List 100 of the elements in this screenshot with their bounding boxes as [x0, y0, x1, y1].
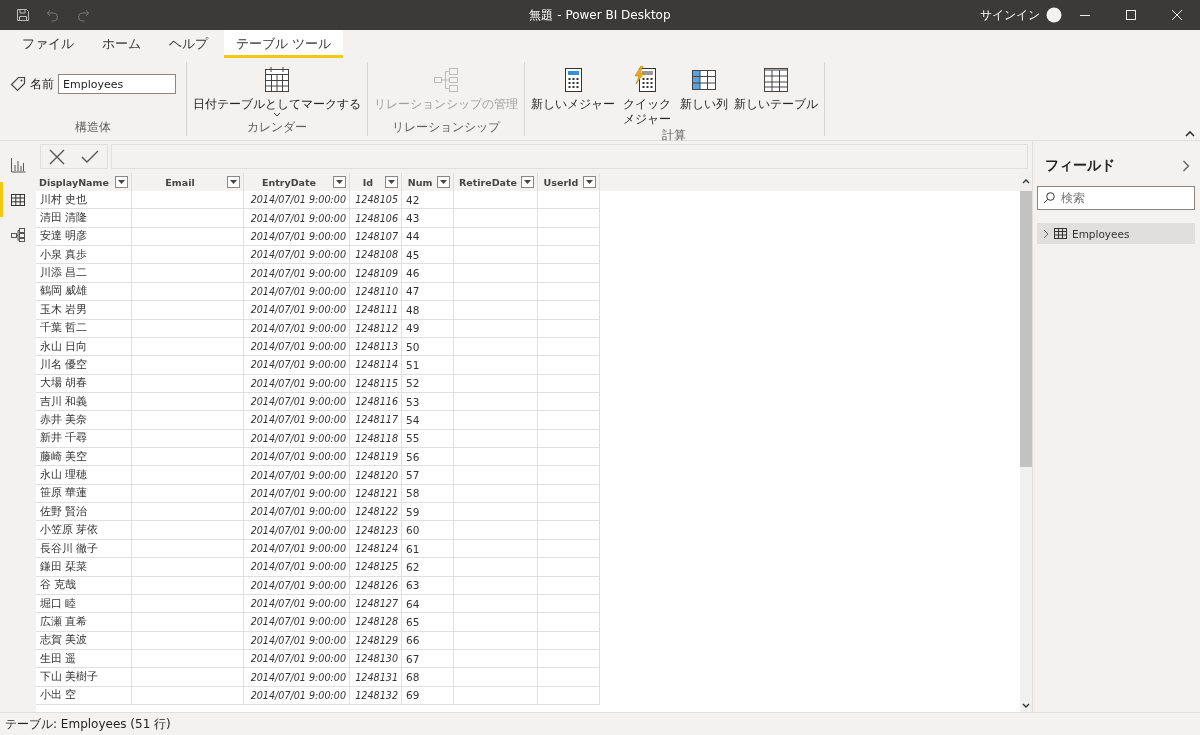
table-cell: 2014/07/01 9:00:00	[244, 503, 350, 522]
column-filter-button[interactable]	[227, 176, 240, 188]
table-cell: 56	[402, 448, 454, 467]
table-cell: 1248131	[350, 668, 402, 687]
table-cell: 1248113	[350, 337, 402, 357]
table-cell	[538, 484, 600, 504]
table-cell: 67	[402, 650, 454, 669]
column-filter-button[interactable]	[115, 176, 128, 188]
table-cell: 千葉 哲二	[36, 319, 132, 338]
column-filter-button[interactable]	[583, 176, 596, 188]
table-cell: 広瀬 直希	[36, 613, 132, 632]
table-cell: 1248105	[350, 191, 402, 210]
caret-icon	[524, 180, 531, 184]
table-cell: 1248128	[350, 613, 402, 632]
table-cell: 1248115	[350, 374, 402, 393]
scroll-down-icon[interactable]	[1022, 703, 1030, 709]
table-cell: 1248129	[350, 631, 402, 650]
table-cell: 2014/07/01 9:00:00	[244, 448, 350, 467]
table-cell: 小笠原 芽依	[36, 521, 132, 540]
table-cell	[538, 576, 600, 595]
table-cell: 1248127	[350, 594, 402, 614]
menu-tab[interactable]: ホーム	[90, 30, 153, 58]
ribbon-button[interactable]: クイックメジャー	[619, 66, 676, 127]
column-filter-button[interactable]	[521, 176, 534, 188]
menu-tab[interactable]: ヘルプ	[157, 30, 220, 58]
table-cell: 清田 清隆	[36, 209, 132, 228]
table-cell	[538, 631, 600, 650]
table-cell: 1248132	[350, 686, 402, 706]
table-cell	[538, 319, 600, 338]
table-cell: 2014/07/01 9:00:00	[244, 301, 350, 320]
table-cell: 小出 空	[36, 686, 132, 706]
table-cell: 小泉 真歩	[36, 246, 132, 265]
table-cell: 2014/07/01 9:00:00	[244, 539, 350, 559]
fields-title: フィールド	[1045, 157, 1115, 175]
column-filter-button[interactable]	[385, 176, 398, 188]
table-cell: 大場 胡春	[36, 374, 132, 393]
table-cell: 谷 克哉	[36, 576, 132, 595]
table-cell: 61	[402, 539, 454, 559]
collapse-pane-icon[interactable]	[1182, 160, 1190, 172]
table-cell	[538, 356, 600, 375]
search-field[interactable]: 検索	[1037, 186, 1195, 210]
tag-icon	[10, 76, 26, 92]
caret-icon	[230, 180, 237, 184]
table-cell: 48	[402, 301, 454, 320]
table-cell: 2014/07/01 9:00:00	[244, 521, 350, 540]
table-cell: 1248118	[350, 429, 402, 449]
close-icon	[1171, 9, 1183, 21]
table-cell: 69	[402, 686, 454, 706]
group-label: 計算	[661, 127, 688, 144]
save-icon[interactable]	[16, 8, 30, 22]
menu-tab[interactable]: テーブル ツール	[224, 30, 343, 58]
table-cell: 生田 遥	[36, 650, 132, 669]
scroll-up-icon[interactable]	[1022, 178, 1030, 184]
table-cell: 2014/07/01 9:00:00	[244, 686, 350, 706]
column-filter-button[interactable]	[333, 176, 346, 188]
table-cell	[538, 392, 600, 412]
table-cell: 玉木 岩男	[36, 301, 132, 320]
table-cell: 66	[402, 631, 454, 650]
caret-icon	[273, 112, 281, 118]
sign-in-button[interactable]: サインイン	[980, 6, 1046, 24]
caret-icon	[336, 180, 343, 184]
column-filter-button[interactable]	[437, 176, 450, 188]
table-cell: 51	[402, 356, 454, 375]
table-cell: 新井 千尋	[36, 429, 132, 449]
table-cell	[538, 594, 600, 614]
ribbon-button[interactable]: 新しいテーブル	[731, 66, 820, 112]
avatar-icon[interactable]	[1046, 7, 1062, 23]
table-tree-item[interactable]: Employees	[1037, 223, 1195, 244]
table-cell: 47	[402, 282, 454, 302]
table-cell: 1248120	[350, 466, 402, 485]
status-text: テーブル: Employees (51 行)	[5, 715, 171, 733]
table-cell: 1248107	[350, 227, 402, 247]
table-cell: 2014/07/01 9:00:00	[244, 650, 350, 669]
table-cell: 2014/07/01 9:00:00	[244, 356, 350, 375]
search-input[interactable]: 検索	[1059, 190, 1163, 206]
menu-tab[interactable]: ファイル	[10, 30, 86, 58]
table-cell: 53	[402, 392, 454, 412]
collapse-ribbon-icon[interactable]	[1185, 130, 1195, 137]
commit-icon[interactable]	[81, 149, 99, 164]
table-cell: 2014/07/01 9:00:00	[244, 484, 350, 504]
ribbon-button[interactable]: 新しい列	[677, 66, 730, 112]
vertical-scrollbar[interactable]	[1020, 173, 1032, 712]
name-input[interactable]: Employees	[58, 74, 176, 94]
table-cell: 永山 理穂	[36, 466, 132, 485]
table-cell: 2014/07/01 9:00:00	[244, 558, 350, 577]
table-cell: 64	[402, 594, 454, 614]
group-label: カレンダー	[246, 119, 308, 136]
table-cell: 2014/07/01 9:00:00	[244, 411, 350, 430]
table-cell: 1248121	[350, 484, 402, 504]
table-cell: 1248126	[350, 576, 402, 595]
calendar-icon	[263, 66, 291, 94]
ribbon-button[interactable]: 新しいメジャー	[529, 66, 617, 112]
table-cell: 1248108	[350, 246, 402, 265]
cancel-icon[interactable]	[49, 148, 65, 165]
ribbon-button[interactable]: 日付テーブルとしてマークする	[191, 66, 363, 118]
model-icon	[10, 226, 26, 243]
table-cell: 1248110	[350, 282, 402, 302]
table-cell	[538, 227, 600, 247]
table-cell: 2014/07/01 9:00:00	[244, 337, 350, 357]
table-cell	[538, 246, 600, 265]
